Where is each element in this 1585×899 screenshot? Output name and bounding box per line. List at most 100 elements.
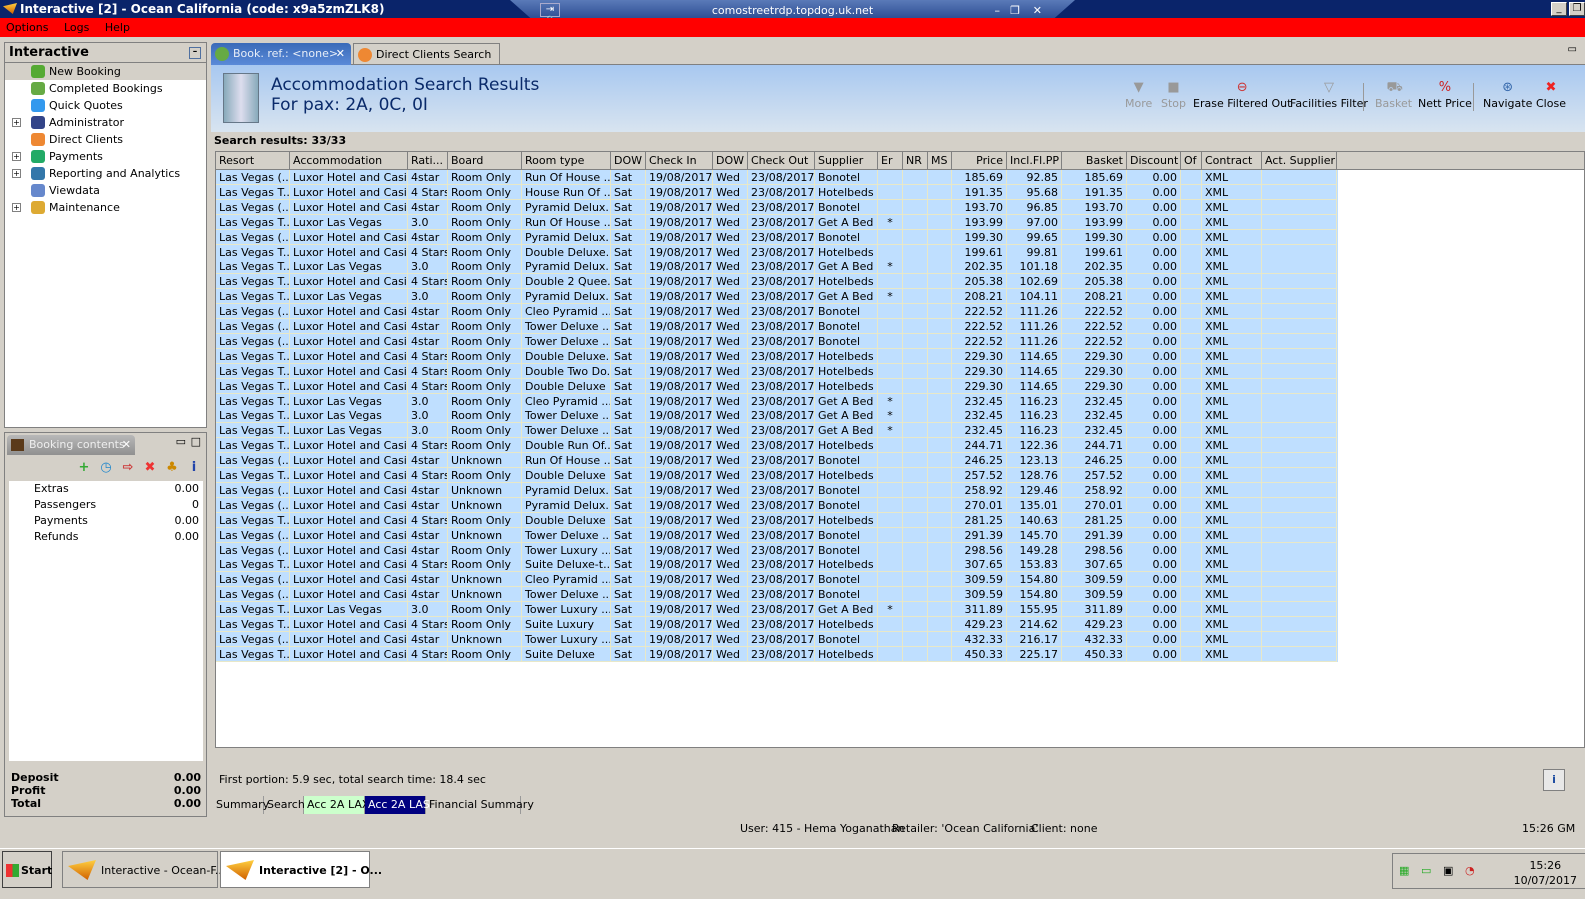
table-row[interactable]: Las Vegas T... Luxor Hotel and Casino 4 St…	[216, 274, 1338, 290]
collapse-button[interactable]: –	[189, 47, 201, 59]
table-row[interactable]: Las Vegas T... Luxor Hotel and Casino 4 St…	[216, 378, 1338, 394]
column-header[interactable]: Er	[878, 152, 903, 170]
volume-icon[interactable]: ◔	[1465, 864, 1475, 877]
more-button[interactable]: ▼ More	[1125, 81, 1152, 111]
column-header[interactable]: Basket	[1062, 152, 1127, 170]
network-icon[interactable]: ▣	[1443, 864, 1453, 877]
tab-acc-las[interactable]: Acc 2A LAS	[365, 796, 430, 814]
nav-item-payments[interactable]: + Payments	[5, 148, 206, 165]
tab-search[interactable]: Search	[264, 796, 305, 814]
nav-item-viewdata[interactable]: Viewdata	[5, 182, 206, 199]
taskbar-item-interactive[interactable]: Interactive - Ocean-F...	[62, 851, 225, 888]
table-row[interactable]: Las Vegas T... Luxor Hotel and Casino 4 St…	[216, 184, 1338, 200]
table-row[interactable]: Las Vegas (... Luxor Hotel and Casino 4sta…	[216, 542, 1338, 558]
column-header[interactable]: DOW	[713, 152, 748, 170]
table-row[interactable]: Las Vegas (... Luxor Hotel and Casino 4sta…	[216, 482, 1338, 498]
table-row[interactable]: Las Vegas (... Luxor Hotel and Casino 4sta…	[216, 572, 1338, 588]
table-row[interactable]: Las Vegas T... Luxor Las Vegas 3.0 Room Onl…	[216, 408, 1338, 424]
expand-icon[interactable]: +	[12, 152, 21, 161]
tab-acc-lax[interactable]: Acc 2A LAX	[304, 796, 369, 814]
taskbar-item-interactive-2[interactable]: Interactive [2] - O...	[220, 851, 382, 888]
erase-filtered-out-button[interactable]: ⊖ Erase Filtered Out	[1193, 81, 1291, 111]
table-row[interactable]: Las Vegas T... Luxor Hotel and Casino 4 St…	[216, 348, 1338, 364]
table-row[interactable]: Las Vegas T... Luxor Hotel and Casino 4 St…	[216, 512, 1338, 528]
minimize-button[interactable]: ▭	[1568, 44, 1577, 55]
table-row[interactable]: Las Vegas (... Luxor Hotel and Casino 4sta…	[216, 631, 1338, 647]
table-row[interactable]: Las Vegas T... Luxor Hotel and Casino 4 St…	[216, 363, 1338, 379]
table-row[interactable]: Las Vegas (... Luxor Hotel and Casino 4sta…	[216, 304, 1338, 320]
nav-item-quick-quotes[interactable]: Quick Quotes	[5, 97, 206, 114]
basket-button[interactable]: ⛟ Basket	[1375, 81, 1412, 111]
table-row[interactable]: Las Vegas (... Luxor Hotel and Casino 4sta…	[216, 587, 1338, 603]
column-header[interactable]: Check In	[646, 152, 713, 170]
table-row[interactable]: Las Vegas T... Luxor Las Vegas 3.0 Room Onl…	[216, 214, 1338, 230]
nav-item-reporting-and-analytics[interactable]: + Reporting and Analytics	[5, 165, 206, 182]
table-row[interactable]: Las Vegas (... Luxor Hotel and Casino 4sta…	[216, 497, 1338, 513]
nav-item-new-booking[interactable]: New Booking	[5, 63, 206, 80]
column-header[interactable]: DOW	[611, 152, 646, 170]
battery-icon[interactable]: ▭	[1421, 864, 1431, 877]
restore-button[interactable]: ❐	[1569, 2, 1585, 16]
palm-tree-icon[interactable]: ♣	[163, 457, 181, 479]
column-header[interactable]: MS	[928, 152, 952, 170]
table-row[interactable]: Las Vegas (... Luxor Hotel and Casino 4sta…	[216, 199, 1338, 215]
table-row[interactable]: Las Vegas (... Luxor Hotel and Casino 4sta…	[216, 527, 1338, 543]
booking-contents-tab[interactable]: Booking contents ✕	[7, 435, 135, 455]
table-row[interactable]: Las Vegas T... Luxor Hotel and Casino 4 St…	[216, 244, 1338, 260]
navigate-button[interactable]: ⊛ Navigate	[1483, 81, 1532, 111]
table-row[interactable]: Las Vegas T... Luxor Hotel and Casino 4 St…	[216, 646, 1338, 662]
nav-item-direct-clients[interactable]: Direct Clients	[5, 131, 206, 148]
tab-booking[interactable]: Book. ref.: <none> ✕	[211, 43, 351, 65]
expand-icon[interactable]: +	[12, 203, 21, 212]
info-button[interactable]: i	[1543, 769, 1565, 791]
table-row[interactable]: Las Vegas T... Luxor Las Vegas 3.0 Room Onl…	[216, 289, 1338, 305]
basket-transfer-icon[interactable]: ⇨	[119, 457, 137, 479]
expand-icon[interactable]: +	[12, 118, 21, 127]
table-row[interactable]: Las Vegas T... Luxor Hotel and Casino 4 St…	[216, 557, 1338, 573]
table-row[interactable]: Las Vegas T... Luxor Hotel and Casino 4 St…	[216, 617, 1338, 632]
table-row[interactable]: Las Vegas (... Luxor Hotel and Casino 4sta…	[216, 319, 1338, 334]
tab-summary[interactable]: Summary	[213, 796, 269, 814]
column-header[interactable]: Rati...	[408, 152, 448, 170]
column-header[interactable]: Room type	[522, 152, 611, 170]
column-header[interactable]: Discount	[1127, 152, 1181, 170]
column-header[interactable]: Act. Supplier	[1262, 152, 1337, 170]
add-icon[interactable]: +	[75, 457, 93, 479]
panel-maximize-button[interactable]: □	[191, 435, 201, 448]
table-row[interactable]: Las Vegas T... Luxor Las Vegas 3.0 Room Onl…	[216, 393, 1338, 409]
table-row[interactable]: Las Vegas T... Luxor Las Vegas 3.0 Room Onl…	[216, 423, 1338, 439]
menu-help[interactable]: Help	[105, 21, 130, 34]
column-header[interactable]: Supplier	[815, 152, 878, 170]
column-header[interactable]: Contract	[1202, 152, 1262, 170]
column-header[interactable]: Resort	[216, 152, 290, 170]
menu-logs[interactable]: Logs	[64, 21, 89, 34]
table-row[interactable]: Las Vegas (... Luxor Hotel and Casino 4sta…	[216, 453, 1338, 469]
table-row[interactable]: Las Vegas T... Luxor Las Vegas 3.0 Room Onl…	[216, 602, 1338, 618]
panel-minimize-button[interactable]: ▭	[176, 435, 186, 448]
facilities-filter-button[interactable]: ▽ Facilities Filter	[1290, 81, 1368, 111]
table-row[interactable]: Las Vegas (... Luxor Hotel and Casino 4sta…	[216, 333, 1338, 349]
pin-icon[interactable]: ⇥ 🔒	[540, 3, 560, 20]
nav-item-completed-bookings[interactable]: Completed Bookings	[5, 80, 206, 97]
table-row[interactable]: Las Vegas T... Luxor Las Vegas 3.0 Room Onl…	[216, 259, 1338, 275]
nav-item-maintenance[interactable]: + Maintenance	[5, 199, 206, 216]
close-icon[interactable]: ✕	[122, 435, 131, 455]
table-row[interactable]: Las Vegas (... Luxor Hotel and Casino 4sta…	[216, 170, 1338, 185]
close-tab-icon[interactable]: ✕	[336, 43, 345, 65]
tab-direct-clients-search[interactable]: Direct Clients Search	[353, 43, 500, 65]
expand-icon[interactable]: +	[12, 169, 21, 178]
stop-button[interactable]: ■ Stop	[1161, 81, 1186, 111]
close-button[interactable]: ✖ Close	[1536, 81, 1566, 111]
minimize-button[interactable]: _	[1551, 2, 1567, 16]
column-header[interactable]: Price	[952, 152, 1007, 170]
menu-options[interactable]: Options	[6, 21, 48, 34]
table-row[interactable]: Las Vegas T... Luxor Hotel and Casino 4 St…	[216, 438, 1338, 454]
column-header[interactable]: Board	[448, 152, 522, 170]
column-header[interactable]: Incl.Fl.PP	[1007, 152, 1062, 170]
column-header[interactable]: NR	[903, 152, 928, 170]
column-header[interactable]: Of	[1181, 152, 1202, 170]
clock-icon[interactable]: ◷	[97, 457, 115, 479]
delete-icon[interactable]: ✖	[141, 457, 159, 479]
column-header[interactable]: Check Out	[748, 152, 815, 170]
nav-item-administrator[interactable]: + Administrator	[5, 114, 206, 131]
